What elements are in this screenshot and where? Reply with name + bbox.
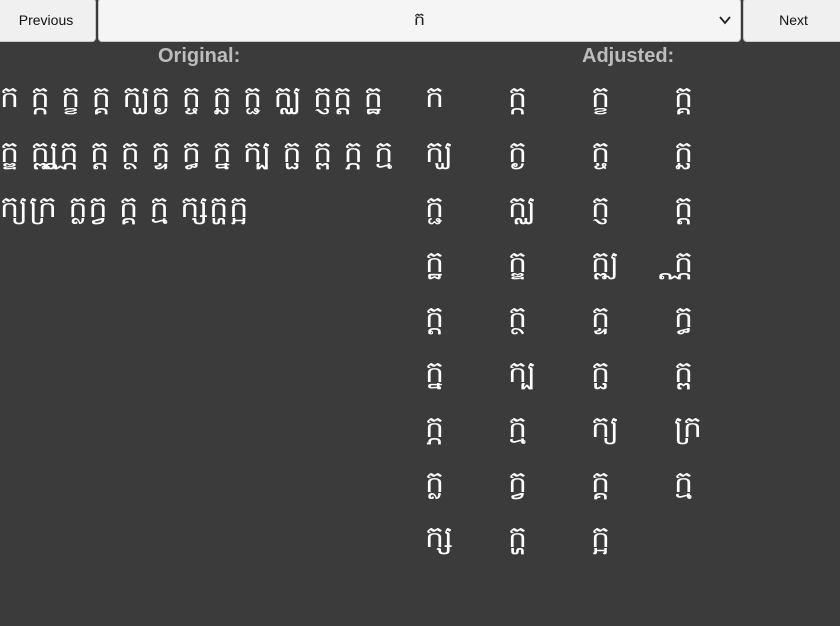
adjusted-cell: ក្រ (674, 410, 702, 445)
adjusted-cell: ក្អ (591, 520, 611, 555)
next-button[interactable]: Next (743, 0, 840, 42)
adjusted-cell: ក្ង (508, 135, 528, 170)
adjusted-cell: ក្ថ (508, 300, 528, 335)
adjusted-cell: ក្ស (425, 520, 453, 555)
adjusted-cell: ក្ហ (508, 520, 528, 555)
toolbar: Previous ក Next (0, 0, 840, 44)
adjusted-cell: ក្ម (508, 410, 528, 445)
original-heading: Original: (158, 45, 241, 67)
adjusted-cell: ក្ភ (425, 410, 445, 445)
adjusted-cell: ក្ក (508, 80, 528, 115)
character-select-value: ក (413, 9, 426, 30)
adjusted-cell: ក្ឋ (425, 245, 445, 280)
adjusted-cell: ក្ល (425, 465, 445, 500)
adjusted-cell: ក្ផ (591, 355, 611, 390)
adjusted-cell: ក្ព (674, 355, 694, 390)
adjusted-cell: ក្ឆ (674, 135, 694, 170)
adjusted-grid: កក្ក ក្ខ ក្គ ក្ឃ ក្ង ក្ច ក្ឆ ក្ជ ក្ឈ ក្ញ ក្ដ ក្ឋ ក្ឌ… (415, 70, 755, 565)
adjusted-cell: ក្គ (674, 80, 694, 115)
adjusted-cell: ក្ខ (591, 80, 611, 115)
chevron-down-icon (719, 16, 731, 25)
adjusted-cell: ក្ន (425, 355, 445, 390)
adjusted-cell: ក្គ (591, 465, 611, 500)
adjusted-cell: ក្ឈ (508, 190, 536, 225)
adjusted-cell: ក្ឃ (425, 135, 453, 170)
adjusted-cell: ក្ម (674, 465, 694, 500)
adjusted-cell: ក្ជ (425, 190, 445, 225)
adjusted-cell: ក្ឌ (508, 245, 528, 280)
character-select[interactable]: ក (98, 0, 741, 42)
adjusted-cell: ក្ធ (674, 300, 694, 335)
adjusted-cell: ក្ដ (674, 190, 694, 225)
adjusted-cell: ក្យ (591, 410, 619, 445)
adjusted-cell: ក្វ (508, 465, 528, 500)
adjusted-cell: ក្ញ (591, 190, 611, 225)
adjusted-cell: ក្ច (591, 135, 611, 170)
original-text-block: ក ក្ក ក្ខ ក្គ ក្ឃក្ង ក្ច ក្ឆ ក្ជ ក្ឈ ក្ញ… (0, 80, 395, 225)
adjusted-cell: ក្ទ (591, 300, 611, 335)
adjusted-cell: ក (425, 80, 445, 115)
adjusted-cell: ក្ប (508, 355, 536, 390)
adjusted-heading: Adjusted: (582, 45, 675, 67)
previous-button[interactable]: Previous (0, 0, 96, 42)
adjusted-cell: ក្ណ (674, 245, 694, 280)
adjusted-cell: ក្ឍ (591, 245, 619, 280)
adjusted-cell: ក្ត (425, 300, 445, 335)
